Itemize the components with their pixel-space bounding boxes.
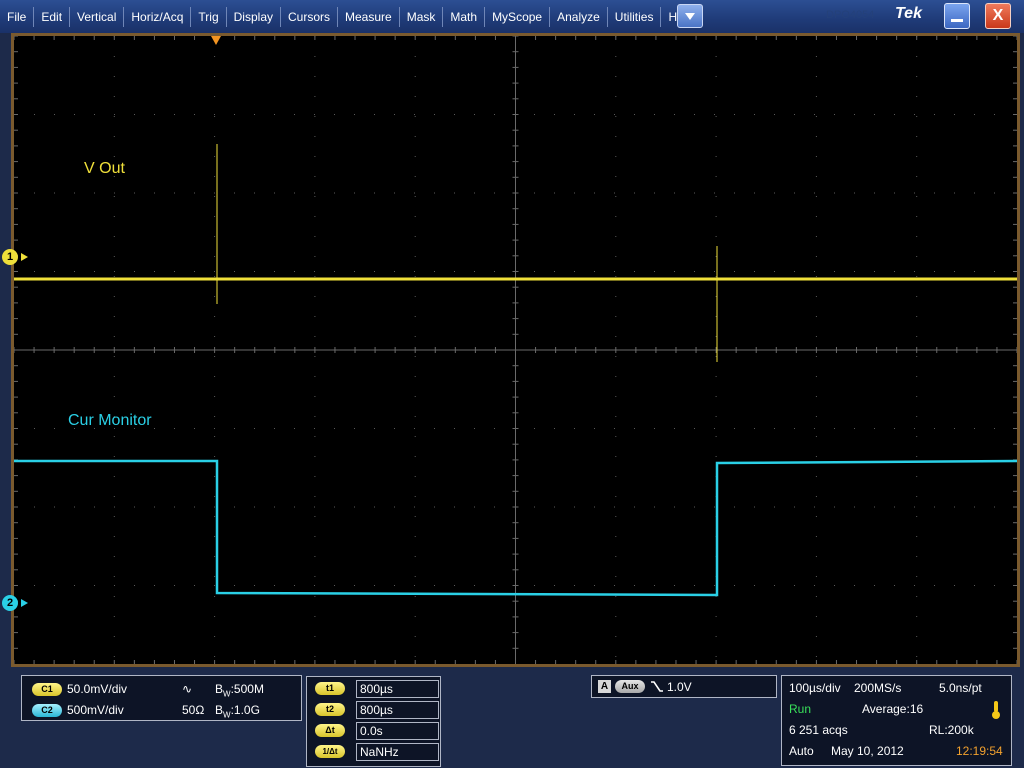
trace-label-ch2: Cur Monitor (68, 412, 152, 429)
cursor-t1-value: 800µs (356, 680, 439, 698)
date: May 10, 2012 (831, 744, 904, 758)
waveform-display[interactable]: V Out Cur Monitor (14, 36, 1017, 664)
timebase: 100µs/div (789, 681, 841, 695)
ch2-badge[interactable]: C2 (32, 704, 62, 717)
channel-readout-panel[interactable]: C1 50.0mV/div ∿ BW:500M C2 500mV/div 50Ω… (21, 675, 302, 721)
cursor-t1-badge[interactable]: t1 (315, 682, 345, 695)
ch1-scale: 50.0mV/div (67, 682, 128, 696)
run-state: Run (789, 702, 812, 716)
ch1-ground-marker[interactable]: 1 (2, 249, 18, 265)
cursor-delta-badge[interactable]: Δt (315, 724, 345, 737)
menu-edit[interactable]: Edit (34, 6, 71, 27)
resolution: 5.0ns/pt (939, 681, 982, 695)
ch2-termination: 50Ω (182, 703, 205, 717)
ch2-ground-marker[interactable]: 2 (2, 595, 18, 611)
trigger-channel-badge: Aux (615, 680, 645, 693)
menu-math[interactable]: Math (443, 6, 486, 27)
ch2-bandwidth-limit: BW:1.0G (215, 703, 260, 720)
tek-logo: Tek (895, 5, 922, 22)
cursor-delta-value: 0.0s (356, 722, 439, 740)
chevron-down-icon (685, 12, 695, 20)
menu-horiz-acq[interactable]: Horiz/Acq (124, 6, 192, 27)
minimize-button[interactable] (944, 3, 970, 29)
falling-edge-icon (651, 681, 663, 692)
trace-ch2 (14, 459, 1017, 597)
trigger-level: 1.0V (667, 680, 692, 694)
menu-cursors[interactable]: Cursors (281, 6, 339, 27)
trigger-source-badge: A (598, 680, 611, 693)
acquisition-readout-panel[interactable]: 100µs/div 200MS/s 5.0ns/pt Run Average:1… (781, 675, 1012, 766)
acquisition-mode: Average:16 (862, 702, 924, 716)
trace-label-ch1: V Out (84, 160, 125, 177)
menu-mask[interactable]: Mask (400, 6, 444, 27)
close-button[interactable]: X (985, 3, 1011, 29)
trigger-position-marker-icon[interactable] (211, 36, 221, 45)
menu-measure[interactable]: Measure (338, 6, 400, 27)
menu-display[interactable]: Display (227, 6, 281, 27)
menu-analyze[interactable]: Analyze (550, 6, 608, 27)
cursor-inverse-delta-badge[interactable]: 1/Δt (315, 745, 345, 758)
cursor-inverse-delta-value: NaNHz (356, 743, 439, 761)
acquisition-count: 6 251 acqs (789, 723, 848, 737)
trigger-mode: Auto (789, 744, 814, 758)
waveform-traces (14, 144, 1017, 597)
readout-area: C1 50.0mV/div ∿ BW:500M C2 500mV/div 50Ω… (0, 667, 1024, 768)
ch1-badge[interactable]: C1 (32, 683, 62, 696)
ac-coupling-icon: ∿ (182, 682, 193, 696)
ch2-scale: 500mV/div (67, 703, 124, 717)
ch1-arrow-icon (21, 253, 28, 261)
ch2-arrow-icon (21, 599, 28, 607)
thermometer-icon (992, 701, 1000, 719)
sample-rate: 200MS/s (854, 681, 902, 695)
ch1-bandwidth-limit: BW:500M (215, 682, 264, 699)
menu-bar: File Edit Vertical Horiz/Acq Trig Displa… (0, 0, 1024, 33)
cursor-t2-badge[interactable]: t2 (315, 703, 345, 716)
menu-list: File Edit Vertical Horiz/Acq Trig Displa… (0, 0, 700, 33)
cursor-t2-value: 800µs (356, 701, 439, 719)
menu-dropdown-button[interactable] (677, 4, 703, 28)
menu-vertical[interactable]: Vertical (70, 6, 125, 27)
time: 12:19:54 (956, 744, 1003, 758)
model-label: DPO4054 (826, 9, 875, 21)
trigger-readout-panel[interactable]: A Aux 1.0V (591, 675, 777, 698)
menu-utilities[interactable]: Utilities (608, 6, 662, 27)
menu-trig[interactable]: Trig (191, 6, 227, 27)
record-length: RL:200k (929, 723, 974, 737)
menu-myscope[interactable]: MyScope (485, 6, 551, 27)
cursor-readout-panel[interactable]: t1 800µs t2 800µs Δt 0.0s 1/Δt NaNHz (306, 676, 441, 767)
menu-file[interactable]: File (0, 6, 35, 27)
minimize-icon (951, 19, 963, 22)
